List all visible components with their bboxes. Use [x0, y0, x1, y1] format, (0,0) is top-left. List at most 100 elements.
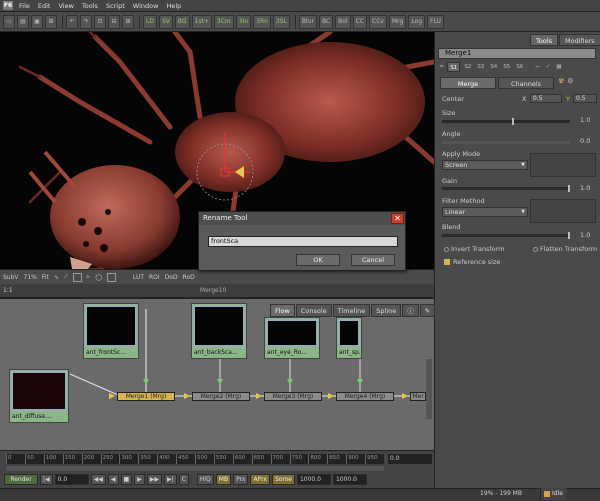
menu-help[interactable]: Help: [162, 2, 185, 10]
tab-modifiers[interactable]: Modifiers: [559, 34, 600, 46]
center-y-field[interactable]: 0.5: [573, 94, 597, 103]
thumbnail-node[interactable]: ant_frontSc...: [83, 303, 139, 359]
page-s4[interactable]: S4: [488, 62, 499, 72]
curve-icon[interactable]: ∿: [54, 274, 59, 281]
start-time-field[interactable]: 0.0: [54, 473, 89, 485]
size-value[interactable]: 1.0: [580, 116, 590, 124]
thumbnail-node[interactable]: ant_sp...: [336, 317, 362, 359]
open-icon[interactable]: ▤: [17, 14, 29, 29]
tool-header[interactable]: Merge1: [438, 48, 596, 59]
flow-view[interactable]: ant_frontSc... ant_backSca... ant_eye_Ro…: [0, 298, 434, 450]
new-icon[interactable]: ▭: [3, 14, 15, 29]
grid-icon[interactable]: ⊞: [45, 14, 57, 29]
renderer-3d-button[interactable]: 3Rn: [253, 14, 271, 29]
loop-button[interactable]: C: [178, 473, 189, 485]
flatten-transform-radio[interactable]: Flatten Transform: [533, 245, 597, 253]
play-button[interactable]: ▶: [134, 473, 145, 485]
loader-button[interactable]: LD: [143, 14, 157, 29]
flu-button[interactable]: FLU: [427, 14, 444, 29]
page-s1[interactable]: S1: [447, 62, 461, 72]
brightness-contrast-button[interactable]: BC: [318, 14, 334, 29]
range-bar[interactable]: [6, 466, 384, 471]
angle-value[interactable]: 0.0: [580, 137, 590, 145]
collapse-icon[interactable]: ━: [438, 62, 445, 72]
pin-icon[interactable]: ⤚: [533, 62, 541, 72]
menu-window[interactable]: Window: [129, 2, 163, 10]
layout-icon-3[interactable]: ⊞: [122, 14, 134, 29]
comments-icon[interactable]: ✎: [419, 304, 436, 317]
hiq-button[interactable]: HiQ: [196, 473, 214, 485]
circle-icon[interactable]: ◯: [95, 274, 102, 281]
gain-value[interactable]: 1.0: [580, 184, 590, 192]
color-curves-button[interactable]: CCv: [369, 14, 387, 29]
merge-node[interactable]: Merge2 (Mrg): [192, 392, 250, 401]
filter-method-dropdown[interactable]: Linear ▼: [442, 207, 528, 217]
undo-icon[interactable]: ↶: [66, 14, 78, 29]
auto-proxy-button[interactable]: APrx: [250, 473, 270, 485]
invert-transform-radio[interactable]: Invert Transform: [444, 245, 505, 253]
size-slider-knob[interactable]: [512, 118, 514, 125]
blend-value[interactable]: 1.0: [580, 231, 590, 239]
apply-mode-dropdown[interactable]: Screen ▼: [442, 160, 528, 170]
subview-button[interactable]: SubV: [3, 274, 19, 281]
radiation-icon[interactable]: ☢: [558, 77, 564, 89]
settings-icon[interactable]: ⚙: [567, 77, 573, 89]
merge-button[interactable]: Mrg: [388, 14, 407, 29]
angle-slider[interactable]: [442, 141, 570, 144]
tab-channels[interactable]: Channels: [498, 77, 554, 89]
rectangle-icon[interactable]: [106, 272, 116, 282]
info-icon[interactable]: ⓘ: [402, 304, 419, 317]
page-s3[interactable]: S3: [475, 62, 486, 72]
blend-slider[interactable]: [442, 234, 570, 237]
spotlight-3d-button[interactable]: 3SL: [272, 14, 290, 29]
menu-script[interactable]: Script: [102, 2, 129, 10]
background-button[interactable]: BG: [174, 14, 190, 29]
merge-node[interactable]: Merge1 (Mrg): [117, 392, 175, 401]
zoom-field[interactable]: 71%: [24, 274, 37, 281]
layout-icon-1[interactable]: ⊡: [94, 14, 106, 29]
polygon-icon[interactable]: ✧: [85, 274, 90, 281]
text-plus-button[interactable]: 1st+: [191, 14, 212, 29]
bol-button[interactable]: Bol: [335, 14, 351, 29]
current-time-field[interactable]: 0.0: [388, 454, 432, 464]
line-icon[interactable]: ⟋: [64, 273, 68, 281]
go-to-end-button[interactable]: ▶|: [164, 473, 177, 485]
blur-button[interactable]: Blur: [298, 14, 317, 29]
chart-icon[interactable]: ▦: [554, 62, 563, 72]
redo-icon[interactable]: ↷: [80, 14, 92, 29]
gain-slider[interactable]: [442, 187, 570, 190]
rod-button[interactable]: RoD: [183, 274, 195, 281]
go-to-start-button[interactable]: |◀: [40, 473, 53, 485]
menu-tools[interactable]: Tools: [78, 2, 102, 10]
render-button[interactable]: Render: [4, 473, 38, 485]
center-x-field[interactable]: 0.5: [530, 94, 562, 103]
step-forward-button[interactable]: ▶▶: [146, 473, 163, 485]
end-time-field[interactable]: 1000.0: [296, 473, 331, 485]
square-icon[interactable]: [73, 272, 83, 282]
menu-edit[interactable]: Edit: [34, 2, 55, 10]
tab-timeline[interactable]: Timeline: [332, 304, 371, 317]
merge-node[interactable]: Mer: [410, 392, 426, 401]
lut-button[interactable]: LUT: [133, 274, 144, 281]
fit-button[interactable]: Fit: [42, 274, 49, 281]
layout-icon-2[interactable]: ⊟: [108, 14, 120, 29]
save-icon[interactable]: ▣: [31, 14, 43, 29]
selective-update-button[interactable]: Some: [271, 473, 295, 485]
reference-size-toggle[interactable]: Reference size: [444, 258, 500, 266]
proxy-button[interactable]: Prx: [233, 473, 249, 485]
tab-tools[interactable]: Tools: [530, 34, 559, 46]
tab-merge[interactable]: Merge: [440, 77, 496, 89]
stop-button[interactable]: ■: [120, 473, 133, 485]
page-s6[interactable]: S6: [514, 62, 525, 72]
camera-3d-button[interactable]: 3Cm: [213, 14, 234, 29]
dod-button[interactable]: DoD: [165, 274, 178, 281]
tab-spline[interactable]: Spline: [371, 304, 402, 317]
thumbnail-node[interactable]: ant_eye_Ro...: [264, 317, 320, 359]
page-s2[interactable]: S2: [462, 62, 473, 72]
time-ruler[interactable]: 0 50 100 150 200 250 300 350 400 450 500 550 600 650 7…: [6, 454, 384, 464]
color-corrector-button[interactable]: CC: [352, 14, 368, 29]
blend-slider-knob[interactable]: [568, 232, 570, 239]
image-plane-3d-button[interactable]: 3In: [235, 14, 252, 29]
merge-node[interactable]: Merge3 (Mrg): [264, 392, 322, 401]
tab-console[interactable]: Console: [295, 304, 332, 317]
